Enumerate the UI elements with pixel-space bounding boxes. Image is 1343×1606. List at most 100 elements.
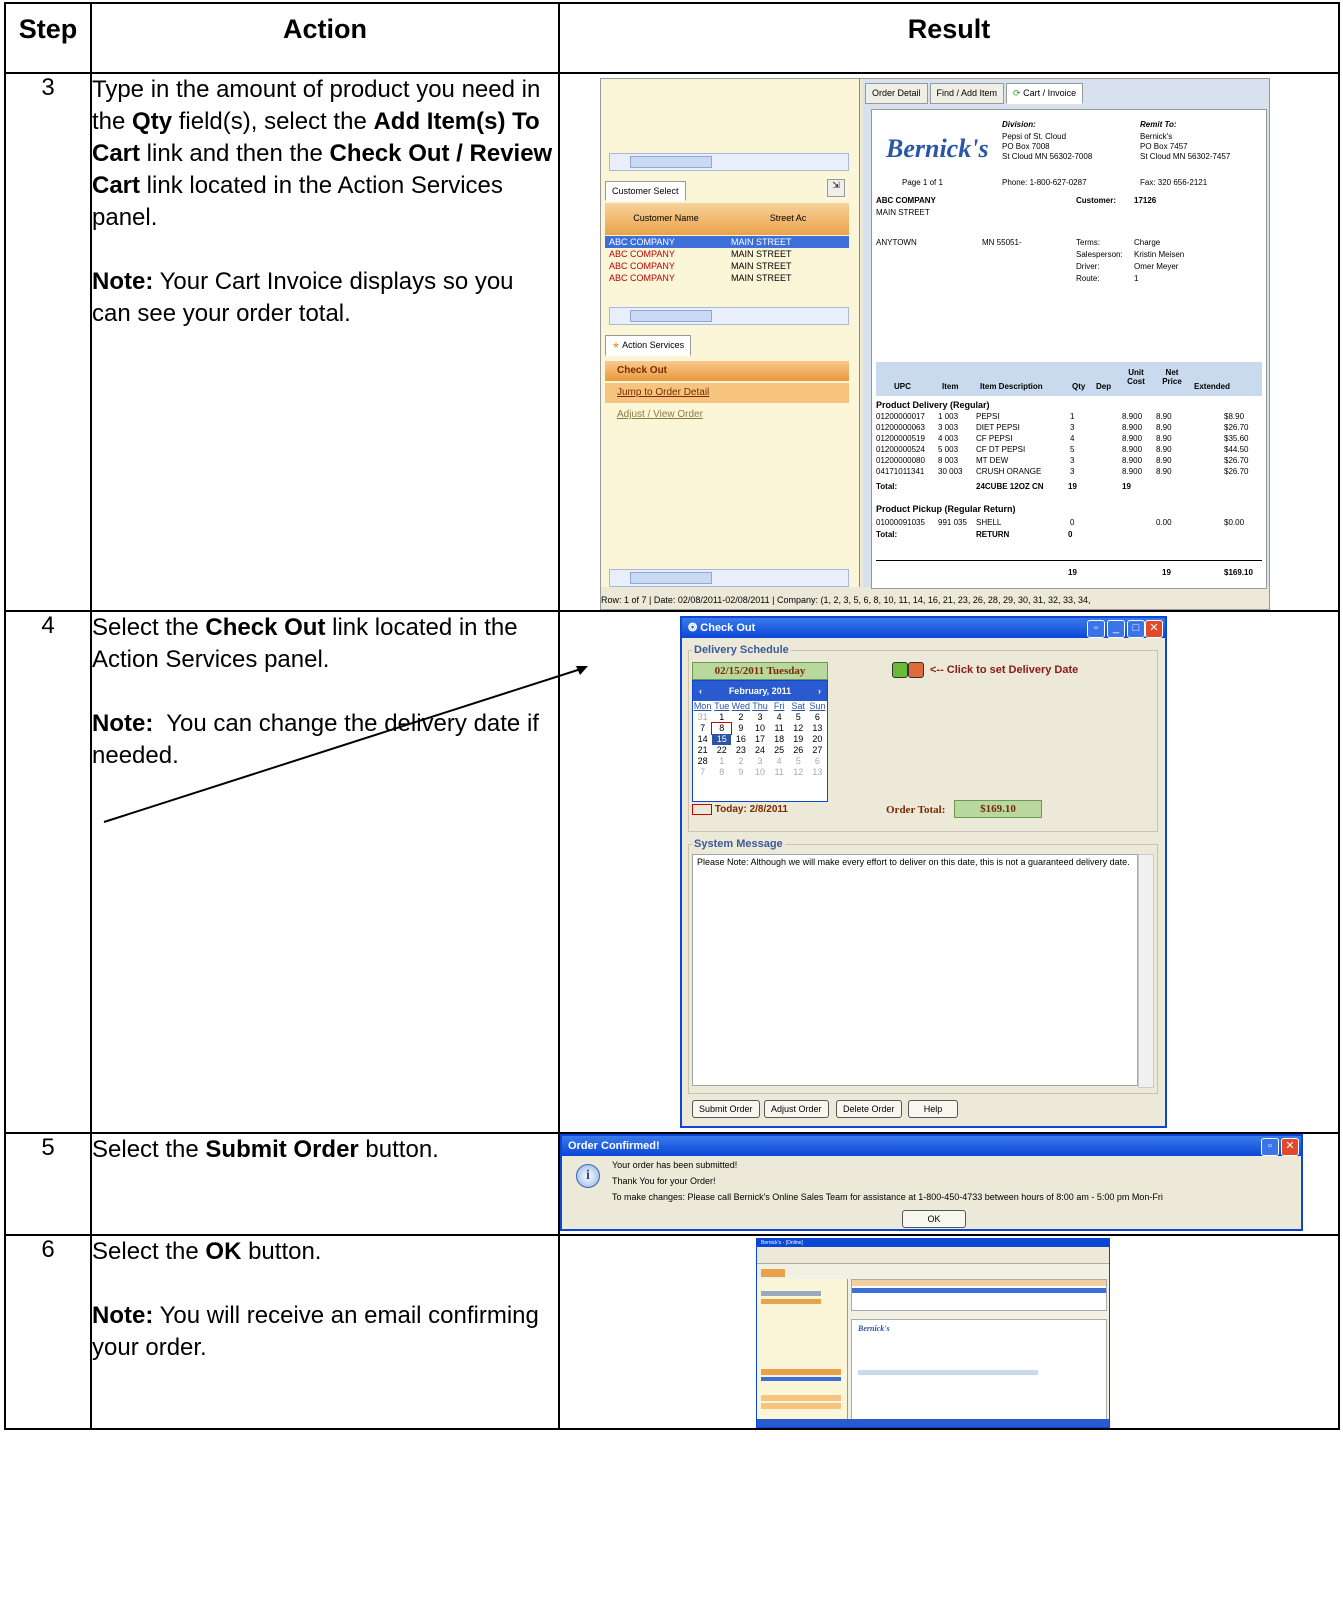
calendar-day[interactable]: 31 xyxy=(693,712,712,723)
customer-row[interactable]: ABC COMPANY MAIN STREET xyxy=(605,260,849,272)
invoice-cell: 5 xyxy=(1070,445,1075,454)
bernicks-logo: Bernick's xyxy=(858,1324,890,1333)
column-header[interactable]: Street Ac xyxy=(727,203,849,235)
calendar-day[interactable]: 13 xyxy=(808,723,827,734)
calendar-day[interactable]: 23 xyxy=(731,745,750,756)
tab-order-detail[interactable]: Order Detail xyxy=(865,83,928,104)
next-month-icon[interactable]: › xyxy=(812,681,827,701)
restore-icon[interactable]: ▫ xyxy=(1261,1138,1279,1156)
calendar-day[interactable]: 28 xyxy=(693,756,712,767)
calendar-day[interactable]: 7 xyxy=(693,767,712,778)
calendar-day[interactable]: 14 xyxy=(693,734,712,745)
calendar-day[interactable]: 12 xyxy=(789,767,808,778)
adjust-order-button[interactable]: Adjust Order xyxy=(764,1100,829,1118)
calendar-day[interactable]: 16 xyxy=(731,734,750,745)
weekday-label: Tue xyxy=(714,701,730,711)
calendar-day[interactable]: 6 xyxy=(808,712,827,723)
nav-button[interactable] xyxy=(761,1269,785,1277)
clear-date-icon[interactable] xyxy=(908,662,924,678)
calendar-day[interactable]: 3 xyxy=(750,756,769,767)
column-header: Item xyxy=(942,382,959,391)
adjust-view-order-link[interactable]: Adjust / View Order xyxy=(605,405,849,425)
calendar-day[interactable]: 22 xyxy=(712,745,731,756)
customer-row[interactable]: ABC COMPANY MAIN STREET xyxy=(605,272,849,284)
horizontal-scrollbar[interactable] xyxy=(609,569,849,587)
calendar-day[interactable]: 9 xyxy=(731,723,750,734)
month-label: February, 2011 xyxy=(728,686,792,696)
invoice-cell: 8.90 xyxy=(1156,456,1172,465)
close-icon[interactable]: ✕ xyxy=(1281,1138,1299,1156)
prev-month-icon[interactable]: ‹ xyxy=(693,681,708,701)
horizontal-scrollbar[interactable] xyxy=(609,307,849,325)
calendar-grid[interactable]: Mon Tue Wed Thu Fri Sat Sun 31 1 2 3 4 5 6 7 8 9 10 11 12 13… xyxy=(693,701,827,778)
tab-customer-select[interactable]: Customer Select xyxy=(605,181,686,201)
delivery-date-field[interactable]: 02/15/2011 Tuesday xyxy=(692,662,828,680)
calendar-day[interactable]: 2 xyxy=(731,756,750,767)
calendar-day[interactable]: 8 xyxy=(711,722,733,735)
calendar-day[interactable]: 5 xyxy=(789,712,808,723)
customer-row[interactable]: ABC COMPANY MAIN STREET xyxy=(605,248,849,260)
calendar-icon[interactable] xyxy=(892,662,908,678)
tab-cart-invoice[interactable]: ⟳ Cart / Invoice xyxy=(1006,83,1084,104)
step-action: Select the Submit Order button. xyxy=(90,1132,560,1236)
minimize-icon[interactable]: _ xyxy=(1107,620,1125,638)
invoice-cell: 5 003 xyxy=(938,445,959,454)
horizontal-scrollbar[interactable] xyxy=(609,153,849,171)
calendar-day[interactable]: 21 xyxy=(693,745,712,756)
delete-order-button[interactable]: Delete Order xyxy=(836,1100,902,1118)
action-text: Select the OK button. xyxy=(92,1238,322,1265)
jump-to-order-detail-link[interactable]: Jump to Order Detail xyxy=(605,383,849,403)
calendar-day[interactable]: 20 xyxy=(808,734,827,745)
calendar-day[interactable]: 25 xyxy=(770,745,789,756)
help-button[interactable]: Help xyxy=(908,1100,958,1118)
calendar-day[interactable]: 1 xyxy=(712,756,731,767)
calendar-day[interactable]: 3 xyxy=(750,712,769,723)
weekday-label: Mon xyxy=(693,701,712,711)
calendar-day[interactable]: 7 xyxy=(693,723,712,734)
submit-order-button[interactable]: Submit Order xyxy=(692,1100,760,1118)
calendar-day[interactable]: 24 xyxy=(750,745,769,756)
close-icon[interactable]: ✕ xyxy=(1145,620,1163,638)
vertical-scrollbar[interactable] xyxy=(1138,854,1154,1088)
invoice-cell: $35.60 xyxy=(1224,434,1249,443)
system-message-box[interactable]: Please Note: Although we will make every… xyxy=(692,854,1138,1086)
calendar-day[interactable]: 12 xyxy=(789,723,808,734)
expand-icon[interactable]: ⇲ xyxy=(827,179,845,197)
tab-action-services[interactable]: ★ Action Services xyxy=(605,335,692,356)
calendar-day[interactable]: 26 xyxy=(789,745,808,756)
customer-row[interactable]: ABC COMPANY MAIN STREET xyxy=(605,236,849,248)
cell: MAIN STREET xyxy=(731,237,792,247)
today-label[interactable]: Today: 2/8/2011 xyxy=(692,804,788,815)
calendar-day[interactable]: 4 xyxy=(770,756,789,767)
tab-find-add-item[interactable]: Find / Add Item xyxy=(929,83,1005,104)
invoice-cell: 01000091035 xyxy=(876,518,925,527)
calendar-day[interactable]: 5 xyxy=(789,756,808,767)
calendar-day[interactable]: 2 xyxy=(731,712,750,723)
main-window-thumbnail: Bernick's - [Online] Bernick's xyxy=(756,1238,1110,1428)
calendar-day[interactable]: 18 xyxy=(770,734,789,745)
calendar-day[interactable]: 1 xyxy=(712,712,731,723)
calendar-day[interactable]: 13 xyxy=(808,767,827,778)
calendar-day[interactable]: 4 xyxy=(770,712,789,723)
calendar-day[interactable]: 6 xyxy=(808,756,827,767)
calendar-day[interactable]: 19 xyxy=(789,734,808,745)
calendar[interactable]: ‹ February, 2011 › Mon Tue Wed Thu Fri Sat Sun 31… xyxy=(692,680,828,802)
calendar-day[interactable]: 10 xyxy=(750,767,769,778)
maximize-icon[interactable]: □ xyxy=(1127,620,1145,638)
town: ANYTOWN xyxy=(876,238,917,247)
weekday-label: Sun xyxy=(809,701,826,711)
calendar-day[interactable]: 27 xyxy=(808,745,827,756)
calendar-day[interactable]: 15 xyxy=(712,734,732,745)
column-header[interactable]: Customer Name xyxy=(605,203,727,235)
restore-icon[interactable]: ▫ xyxy=(1087,620,1105,638)
column-header: Qty xyxy=(1072,382,1086,391)
check-out-link[interactable]: Check Out xyxy=(605,361,849,381)
customer-grid-header: Customer Name Street Ac xyxy=(605,203,849,235)
calendar-day[interactable]: 17 xyxy=(750,734,769,745)
calendar-day[interactable]: 8 xyxy=(712,767,731,778)
ok-button[interactable]: OK xyxy=(902,1210,966,1228)
calendar-day[interactable]: 11 xyxy=(770,767,789,778)
calendar-day[interactable]: 9 xyxy=(731,767,750,778)
calendar-day[interactable]: 10 xyxy=(750,723,769,734)
calendar-day[interactable]: 11 xyxy=(770,723,789,734)
